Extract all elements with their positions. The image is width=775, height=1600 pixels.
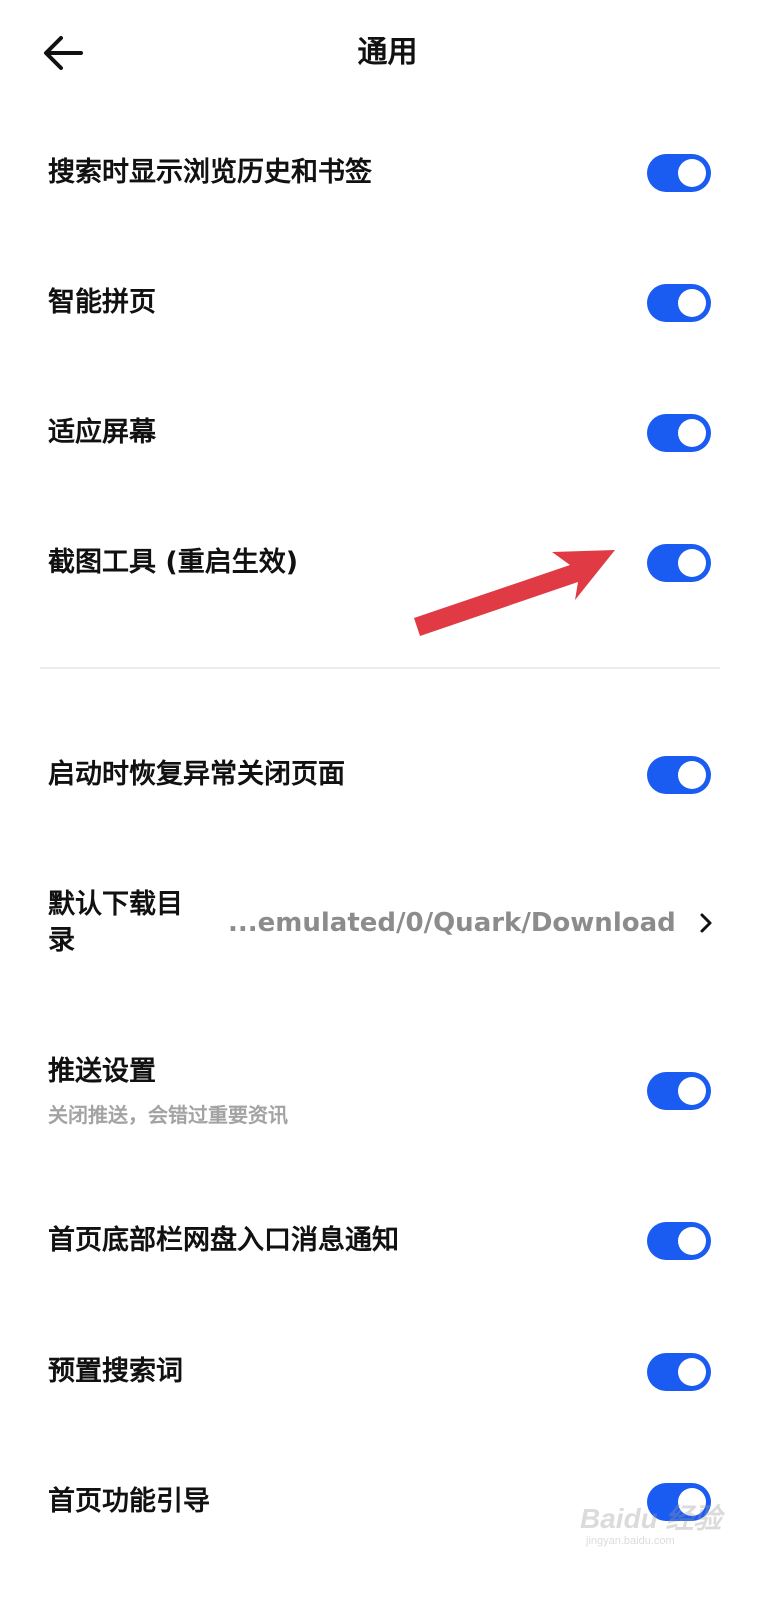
search-history-toggle[interactable] xyxy=(647,154,711,192)
restore-pages-toggle[interactable] xyxy=(647,756,711,794)
preset-search-toggle[interactable] xyxy=(647,1353,711,1391)
setting-sublabel: 关闭推送，会错过重要资讯 xyxy=(48,1103,288,1127)
toggle-knob xyxy=(678,549,706,577)
setting-label: 适应屏幕 xyxy=(48,417,156,448)
setting-label: 推送设置 xyxy=(48,1056,156,1087)
screenshot-tool-toggle[interactable] xyxy=(647,544,711,582)
smart-paging-toggle[interactable] xyxy=(647,284,711,322)
setting-row-download-dir[interactable]: 默认下载目录 ...emulated/0/Quark/Download xyxy=(0,885,775,965)
watermark-url: jingyan.baidu.com xyxy=(586,1535,675,1547)
annotation-arrow-icon xyxy=(414,550,615,636)
setting-label: 默认下载目录 xyxy=(48,889,183,956)
toggle-knob xyxy=(678,761,706,789)
setting-row-fit-screen: 适应屏幕 xyxy=(0,410,775,456)
toggle-knob xyxy=(678,159,706,187)
watermark-brand: Baidu 经验 xyxy=(580,1503,722,1534)
setting-row-screenshot-tool: 截图工具 (重启生效) xyxy=(0,540,775,586)
toggle-knob xyxy=(678,289,706,317)
toggle-knob xyxy=(678,1227,706,1255)
chevron-right-icon xyxy=(695,905,717,941)
toggle-knob xyxy=(678,1077,706,1105)
setting-row-preset-search: 预置搜索词 xyxy=(0,1349,775,1395)
netdisk-notify-toggle[interactable] xyxy=(647,1222,711,1260)
baidu-watermark: Baidu 经验 jingyan.baidu.com xyxy=(580,1497,730,1557)
top-bar: 通用 xyxy=(0,0,775,110)
toggle-knob xyxy=(678,419,706,447)
setting-label: 搜索时显示浏览历史和书签 xyxy=(48,157,372,188)
setting-label: 截图工具 (重启生效) xyxy=(48,547,299,578)
setting-label: 预置搜索词 xyxy=(48,1356,183,1387)
page-title: 通用 xyxy=(357,35,418,70)
toggle-knob xyxy=(678,1358,706,1386)
fit-screen-toggle[interactable] xyxy=(647,414,711,452)
setting-row-netdisk-notify: 首页底部栏网盘入口消息通知 xyxy=(0,1218,775,1264)
push-toggle[interactable] xyxy=(647,1072,711,1110)
setting-row-push: 推送设置 关闭推送，会错过重要资讯 xyxy=(0,1052,775,1132)
setting-row-smart-paging: 智能拼页 xyxy=(0,280,775,326)
section-divider xyxy=(40,667,720,669)
setting-label: 首页功能引导 xyxy=(48,1486,210,1517)
download-dir-value: ...emulated/0/Quark/Download xyxy=(228,908,676,938)
setting-label: 首页底部栏网盘入口消息通知 xyxy=(48,1225,399,1256)
setting-row-search-history: 搜索时显示浏览历史和书签 xyxy=(0,150,775,196)
setting-label: 启动时恢复异常关闭页面 xyxy=(48,759,345,790)
setting-label: 智能拼页 xyxy=(48,287,156,318)
setting-row-restore-pages: 启动时恢复异常关闭页面 xyxy=(0,752,775,798)
